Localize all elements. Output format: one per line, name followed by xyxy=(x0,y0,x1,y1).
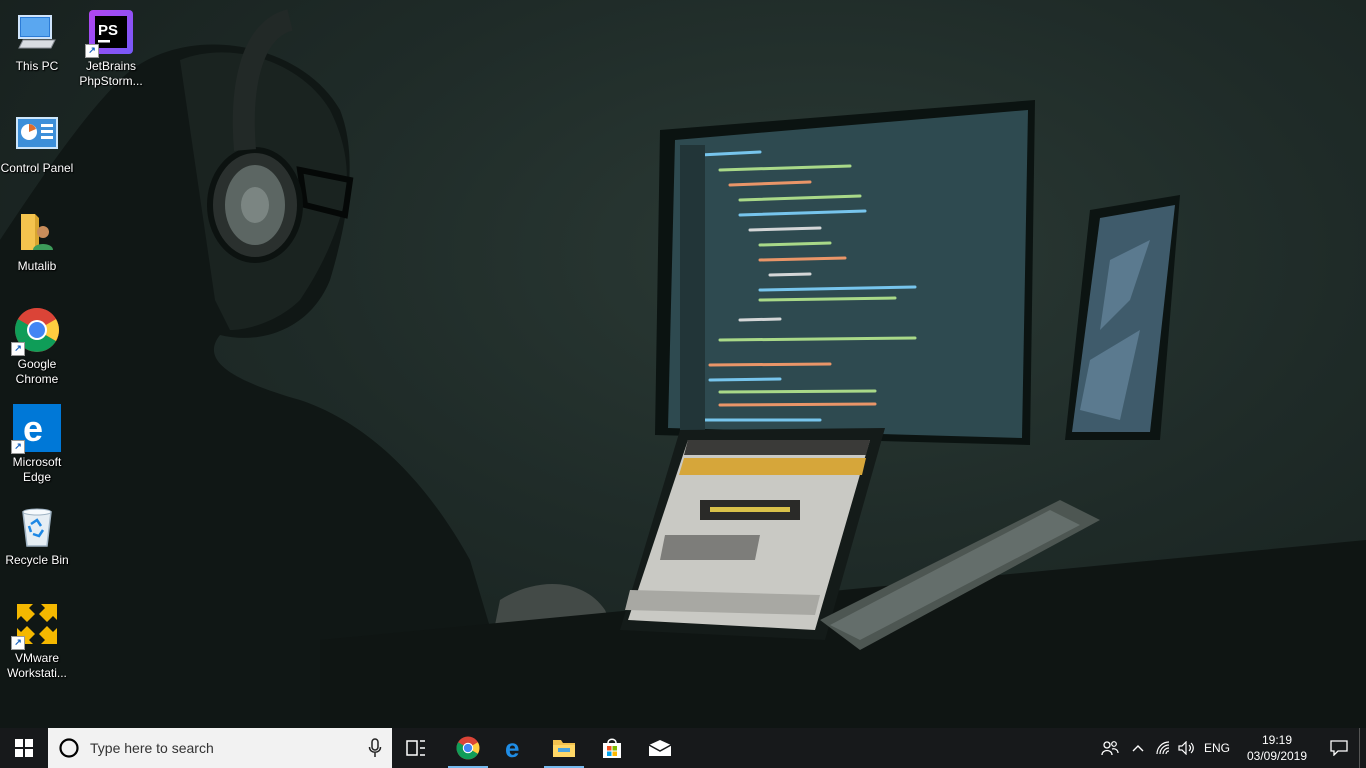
task-view-button[interactable] xyxy=(392,728,440,768)
taskbar-app-file-explorer[interactable] xyxy=(540,728,588,768)
desktop-icon-recycle-bin[interactable]: Recycle Bin xyxy=(0,502,74,568)
shortcut-arrow-icon: ↗ xyxy=(11,440,25,454)
svg-text:e: e xyxy=(23,408,43,449)
chevron-up-icon xyxy=(1132,745,1144,752)
shortcut-arrow-icon: ↗ xyxy=(11,636,25,650)
windows-logo-icon xyxy=(15,739,33,757)
mail-icon xyxy=(648,740,672,756)
volume-button[interactable] xyxy=(1175,728,1199,768)
desktop-icon-label: Control Panel xyxy=(0,161,74,175)
chrome-icon: ↗ xyxy=(11,306,61,356)
desktop-icon-label: Recycle Bin xyxy=(5,553,69,567)
recycle-bin-icon xyxy=(13,502,61,550)
input-language-button[interactable]: ENG xyxy=(1199,728,1235,768)
folder-icon xyxy=(553,740,575,757)
desktop-icon-label: VMware Workstati... xyxy=(7,651,67,680)
speaker-icon xyxy=(1178,741,1194,755)
chrome-icon xyxy=(456,736,480,760)
desktop-icon-label: Mutalib xyxy=(17,259,57,273)
show-desktop-button[interactable] xyxy=(1359,728,1366,768)
desktop-icon-google-chrome[interactable]: ↗ Google Chrome xyxy=(0,306,74,387)
taskbar-app-edge[interactable]: e xyxy=(492,728,540,768)
taskbar-app-chrome[interactable] xyxy=(444,728,492,768)
desktop-icon-vmware[interactable]: ↗ VMware Workstati... xyxy=(0,600,74,681)
microphone-icon[interactable] xyxy=(368,738,382,758)
system-tray: ENG 19:19 03/09/2019 xyxy=(1095,728,1366,768)
wifi-icon xyxy=(1156,741,1170,755)
clock-button[interactable]: 19:19 03/09/2019 xyxy=(1235,728,1319,768)
svg-text:e: e xyxy=(505,736,519,760)
shortcut-arrow-icon: ↗ xyxy=(85,44,99,58)
clock-date: 03/09/2019 xyxy=(1246,749,1308,763)
shortcut-arrow-icon: ↗ xyxy=(11,342,25,356)
desktop-icon-label: Microsoft Edge xyxy=(12,455,62,484)
desktop-icon-label: This PC xyxy=(15,59,59,73)
desktop-icon-microsoft-edge[interactable]: e ↗ Microsoft Edge xyxy=(0,404,74,485)
computer-icon xyxy=(13,8,61,56)
notification-icon xyxy=(1330,740,1348,756)
search-placeholder: Type here to search xyxy=(90,740,214,756)
people-icon xyxy=(1101,741,1119,756)
taskbar: Type here to search e ENG 19:19 03/09/20… xyxy=(0,728,1366,768)
desktop-icon-this-pc[interactable]: This PC xyxy=(0,8,74,74)
edge-icon: e ↗ xyxy=(11,404,61,454)
start-button[interactable] xyxy=(0,728,48,768)
taskbar-search-box[interactable]: Type here to search xyxy=(48,728,392,768)
desktop-icon-label: Google Chrome xyxy=(15,357,59,386)
network-button[interactable] xyxy=(1151,728,1175,768)
desktop-icon-mutalib[interactable]: Mutalib xyxy=(0,208,74,274)
taskbar-app-store[interactable] xyxy=(588,728,636,768)
desktop-icon-control-panel[interactable]: Control Panel xyxy=(0,110,74,176)
edge-icon: e xyxy=(505,736,519,760)
desktop-wallpaper xyxy=(0,0,1366,728)
wallpaper-scene xyxy=(0,9,1366,728)
task-view-icon xyxy=(406,740,425,756)
action-center-button[interactable] xyxy=(1319,728,1359,768)
store-icon xyxy=(603,738,621,758)
show-hidden-icons-button[interactable] xyxy=(1125,728,1151,768)
cortana-circle-icon xyxy=(59,738,79,758)
svg-text:PS: PS xyxy=(98,22,118,39)
desktop-icon-label: JetBrains PhpStorm... xyxy=(79,59,143,88)
vmware-icon: ↗ xyxy=(11,600,61,650)
desktop-icon-phpstorm[interactable]: PS ↗ JetBrains PhpStorm... xyxy=(74,8,148,89)
people-button[interactable] xyxy=(1095,728,1125,768)
taskbar-app-mail[interactable] xyxy=(636,728,684,768)
user-folder-icon xyxy=(13,208,61,256)
phpstorm-icon: PS ↗ xyxy=(85,8,135,58)
control-panel-icon xyxy=(13,110,61,158)
clock-time: 19:19 xyxy=(1261,733,1293,747)
